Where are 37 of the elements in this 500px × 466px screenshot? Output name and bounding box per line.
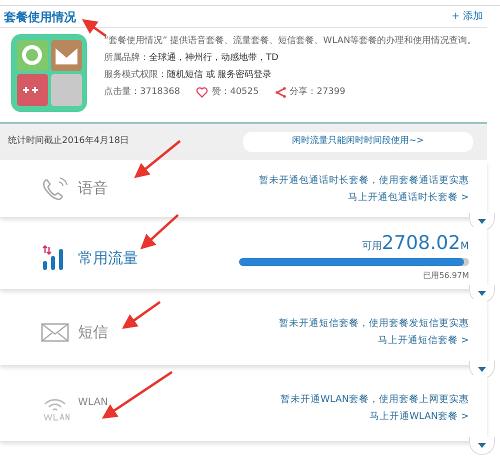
open-package-link[interactable]: 马上开通包通话时长套餐 > <box>348 188 469 206</box>
package-label: WLAN <box>78 396 108 410</box>
app-description: “套餐使用情况” 提供语音套餐、流量套餐、短信套餐、WLAN等套餐的办理和使用情况查询。 <box>104 34 476 48</box>
caret-icon <box>478 291 486 296</box>
auth-info: 服务模式权限：随机短信 或 服务密码登录 <box>104 68 273 82</box>
caret-icon <box>478 443 486 448</box>
open-package-link[interactable]: 马上开通短信套餐 > <box>378 332 469 349</box>
package-notice: 暂未开通WLAN套餐，使用套餐上网更实惠 <box>280 393 469 407</box>
open-package-link[interactable]: 马上开通WLAN套餐 > <box>370 408 469 425</box>
offpeak-notice-button[interactable]: 闲时流量只能闲时时间段使用~> <box>243 132 473 152</box>
package-label: 常用流量 <box>78 248 138 269</box>
brand-info: 所属品牌：全球通，神州行，动感地带，TD <box>104 52 280 65</box>
like-count: 赞：40525 <box>212 86 259 99</box>
package-notice: 暂未开通短信套餐，使用套餐发短信更实惠 <box>279 317 469 331</box>
phone-icon <box>40 176 70 202</box>
share-icon[interactable] <box>274 87 286 98</box>
annotation-arrow <box>134 140 181 178</box>
heart-icon[interactable] <box>196 87 208 98</box>
available-label: 可用 <box>362 240 382 254</box>
available-amount: 2708.02 <box>382 234 460 253</box>
package-label: 短信 <box>78 322 108 343</box>
package-notice: 暂未开通包通话时长套餐，使用套餐通话更实惠 <box>259 174 469 188</box>
annotation-arrow <box>140 214 179 250</box>
expand-button[interactable] <box>469 437 495 455</box>
stats-date: 统计时间截止2016年4月18日 <box>8 135 130 148</box>
add-link[interactable]: + 添加 <box>451 9 483 24</box>
used-amount: 已用56.97M <box>423 270 469 282</box>
section-title: 套餐使用情况 <box>4 8 76 26</box>
share-count: 分享：27399 <box>290 86 346 99</box>
app-icon <box>10 33 88 113</box>
unit-label: M <box>460 240 469 254</box>
caret-icon <box>478 219 486 224</box>
annotation-arrow <box>82 19 107 38</box>
package-label: 语音 <box>78 178 108 200</box>
annotation-arrow <box>122 300 161 329</box>
caret-icon <box>478 367 486 372</box>
click-count: 点击量：3718368 <box>104 86 180 99</box>
